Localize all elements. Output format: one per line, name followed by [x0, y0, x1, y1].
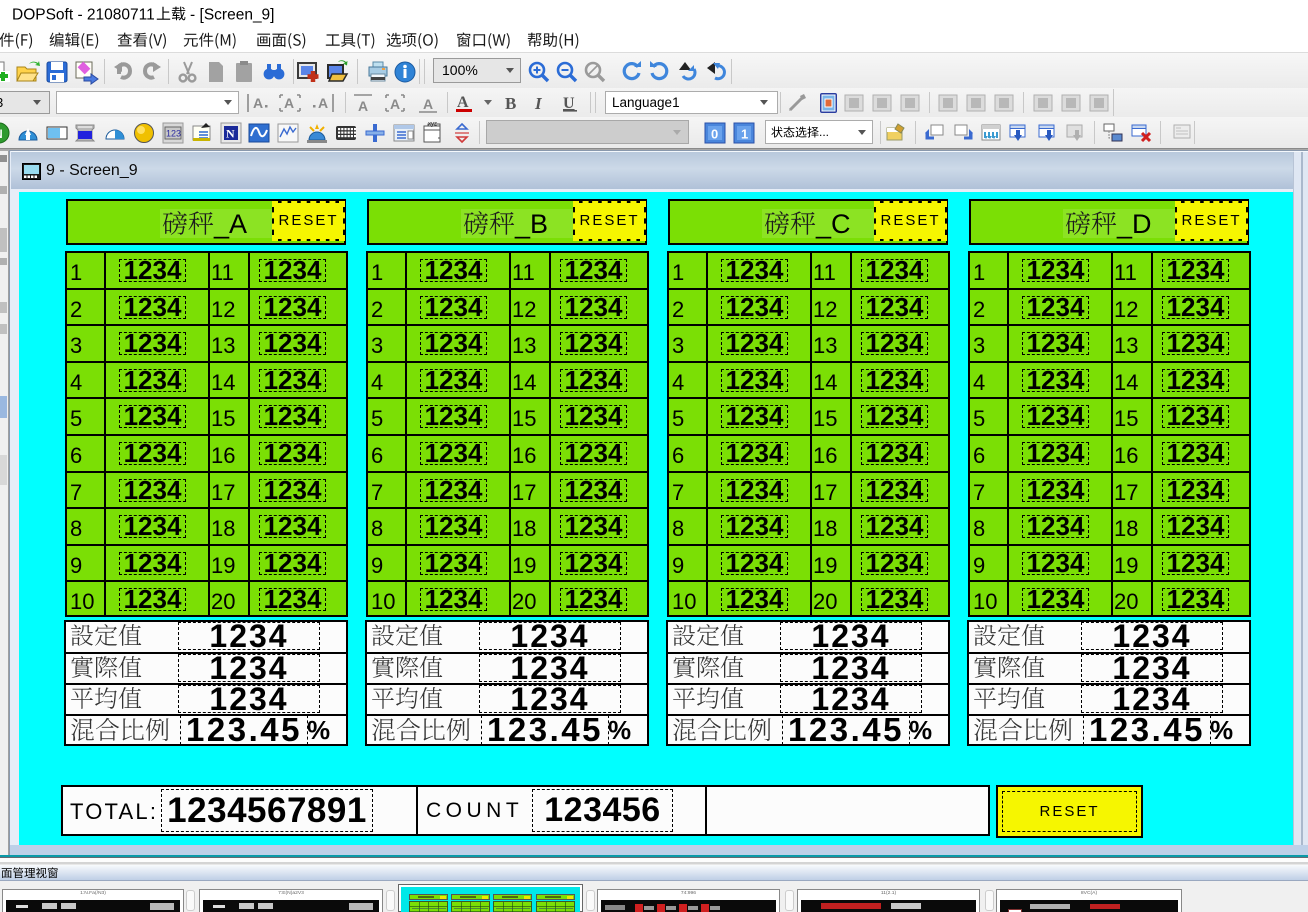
svg-text:I: I [534, 94, 543, 113]
svg-text:A: A [390, 96, 400, 112]
svg-text:A: A [358, 98, 368, 114]
svg-text:U: U [563, 95, 575, 112]
svg-text:A: A [253, 95, 263, 111]
svg-text:0: 0 [711, 127, 718, 142]
svg-text:A: A [457, 94, 469, 111]
svg-text:1: 1 [741, 127, 748, 142]
svg-text:N: N [226, 127, 235, 141]
svg-text:A: A [423, 96, 433, 112]
svg-text:A: A [318, 95, 328, 111]
svg-text:B: B [505, 94, 516, 113]
svg-text:A: A [284, 95, 294, 111]
svg-text:xyz: xyz [428, 122, 437, 128]
svg-text:N: N [0, 127, 3, 141]
svg-text:123: 123 [166, 129, 181, 139]
